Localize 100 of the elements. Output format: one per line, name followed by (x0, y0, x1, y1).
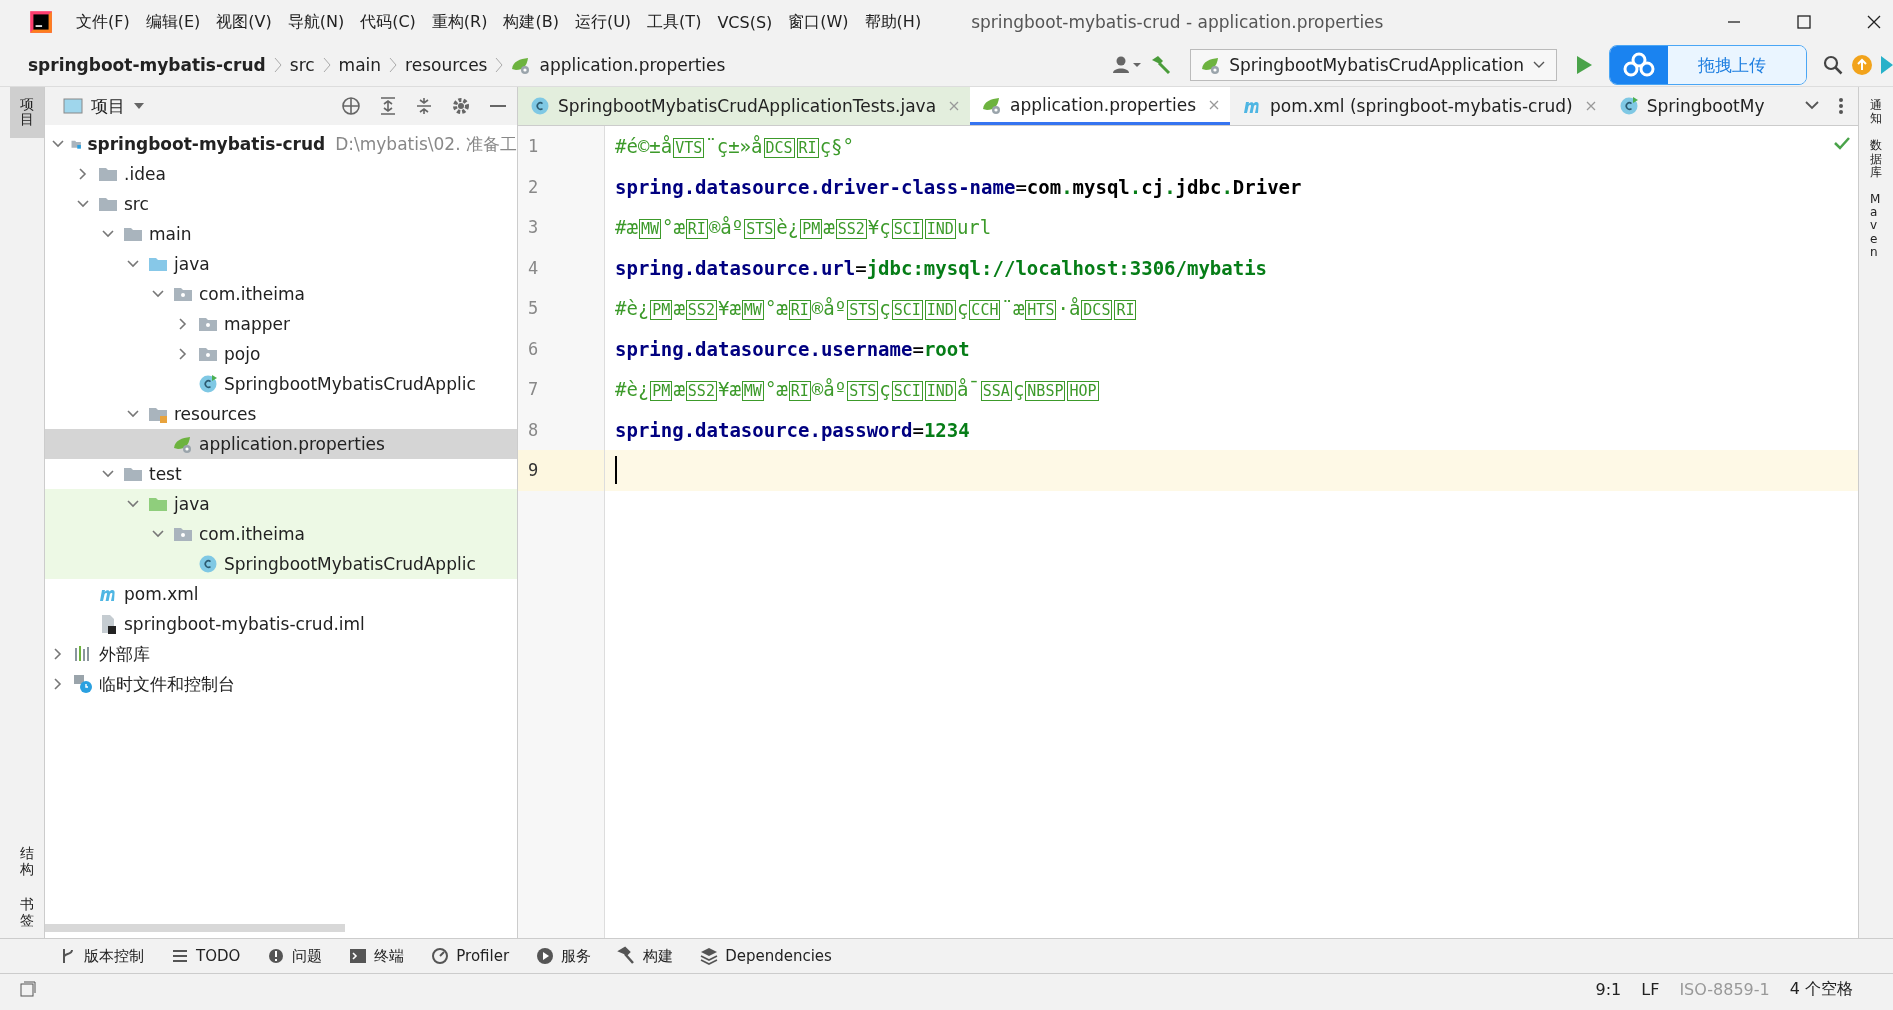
expand-all-icon[interactable] (379, 96, 397, 116)
tree-item[interactable]: SpringbootMybatisCrudApplic (45, 549, 517, 579)
tree-item[interactable]: resources (45, 399, 517, 429)
status-item[interactable]: 4 个空格 (1789, 978, 1853, 1000)
breadcrumb[interactable]: main (338, 55, 382, 75)
maximize-icon[interactable] (1797, 15, 1811, 29)
line-number: 5 (527, 297, 540, 321)
tool-window-button[interactable]: 结构 (10, 836, 44, 888)
class-icon (530, 96, 550, 116)
editor-tab[interactable]: SpringbootMybatisCrudApplicationTests.java (518, 87, 971, 125)
menu-item[interactable]: 视图(V) (216, 11, 272, 33)
code-line: spring.datasource.password=1234 (615, 418, 970, 441)
line-number: 4 (527, 256, 540, 280)
breadcrumb[interactable]: resources (405, 55, 488, 75)
status-item[interactable]: 9:1 (1595, 979, 1622, 999)
tool-window-button[interactable]: 构建 (617, 946, 674, 966)
hammer-icon[interactable] (1150, 54, 1173, 76)
window-icon (63, 98, 83, 114)
chevron-icon (322, 57, 331, 73)
menu-item[interactable]: 导航(N) (287, 11, 345, 33)
tool-window-button[interactable]: 项目 (10, 87, 44, 138)
tool-window-button[interactable]: Dependencies (699, 946, 832, 966)
panel-toggle-icon[interactable] (20, 981, 36, 997)
line-number: 2 (527, 175, 540, 199)
tree-item[interactable]: application.properties (45, 429, 517, 459)
tree-item[interactable]: java (45, 489, 517, 519)
project-view-dropdown[interactable]: 项目 (63, 94, 145, 118)
item-label: com.itheima (199, 524, 306, 544)
tree-item[interactable]: springboot-mybatis-crud.iml (45, 609, 517, 639)
tree-item[interactable]: 外部库 (45, 639, 517, 669)
menu-item[interactable]: 代码(C) (360, 11, 416, 33)
menu-item[interactable]: 重构(R) (431, 11, 488, 33)
line-number: 3 (527, 216, 540, 240)
class-icon (198, 374, 218, 394)
code-line: #æMW°æRI®åº STS è¿PMæSS2¥ç SCI IND url (615, 216, 992, 239)
tree-item[interactable]: java (45, 249, 517, 279)
run-configuration-dropdown[interactable]: SpringbootMybatisCrudApplication (1190, 49, 1557, 81)
chevron-icon (495, 57, 504, 73)
settings-icon[interactable] (451, 96, 471, 116)
tree-item[interactable]: .idea (45, 159, 517, 189)
tool-window-button[interactable]: Maven (1870, 192, 1882, 259)
user-icon[interactable] (1112, 55, 1143, 75)
menu-item[interactable]: 帮助(H) (864, 11, 922, 33)
search-icon[interactable] (1823, 55, 1843, 75)
tree-item[interactable]: SpringbootMybatisCrudApplic (45, 369, 517, 399)
tool-window-button[interactable]: TODO (170, 946, 241, 966)
run-icon[interactable] (1575, 55, 1593, 75)
tool-window-button[interactable]: 书签 (10, 887, 44, 938)
tool-window-button[interactable]: 终端 (348, 946, 405, 966)
tree-item[interactable]: src (45, 189, 517, 219)
item-label: 外部库 (99, 642, 150, 666)
breadcrumb[interactable]: springboot-mybatis-crud (28, 55, 266, 75)
layers-icon (699, 946, 720, 966)
tree-item[interactable]: pojo (45, 339, 517, 369)
item-label: pom.xml (124, 584, 199, 604)
collapse-all-icon[interactable] (415, 96, 433, 116)
menu-item[interactable]: 运行(U) (574, 11, 632, 33)
breadcrumb[interactable]: src (289, 55, 315, 75)
tool-window-button[interactable]: 通知 (1870, 99, 1882, 126)
more-icon[interactable] (1838, 97, 1844, 115)
breadcrumb[interactable]: application.properties (539, 55, 726, 75)
menu-item[interactable]: 窗口(W) (788, 11, 849, 33)
line-number: 8 (527, 418, 540, 442)
status-item[interactable]: LF (1641, 979, 1660, 999)
menu-item[interactable]: VCS(S) (717, 12, 773, 32)
code-line: #è¿PM æSS2¥æMW°æRI®åº STS ç SCI IND ç CCH¨æ HTS·å DCS RI (615, 297, 1138, 320)
item-label: main (149, 224, 192, 244)
tool-window-button[interactable]: 版本控制 (58, 946, 144, 966)
tree-item[interactable]: main (45, 219, 517, 249)
tool-window-button[interactable]: 问题 (266, 946, 323, 966)
tool-window-button[interactable]: 数据库 (1870, 139, 1882, 179)
tool-window-button[interactable]: Profiler (430, 946, 510, 966)
locate-icon[interactable] (341, 96, 361, 116)
editor-tab[interactable]: application.properties (970, 87, 1230, 125)
cloud-icon (1622, 52, 1656, 78)
tree-item[interactable]: com.itheima (45, 279, 517, 309)
item-label: SpringbootMybatisCrudApplic (224, 554, 476, 574)
tree-item[interactable]: pom.xml (45, 579, 517, 609)
tree-item[interactable]: 临时文件和控制台 (45, 669, 517, 699)
tool-window-button[interactable]: 服务 (535, 946, 592, 966)
tree-item[interactable]: mapper (45, 309, 517, 339)
menu-item[interactable]: 构建(B) (503, 11, 559, 33)
scrollbar[interactable] (45, 924, 345, 932)
minimize-icon[interactable] (489, 104, 507, 108)
code-line: #è¿PM æSS2¥æMW°æRI®åº STS ç SCI IND å¯SSA ç NBSP HOP (615, 378, 1100, 401)
code-line: spring.datasource.url=jdbc:mysql://localhost:3306/mybatis (615, 256, 1268, 279)
play-icon (535, 946, 556, 966)
menu-item[interactable]: 工具(T) (647, 11, 702, 33)
item-label: com.itheima (199, 284, 306, 304)
tree-item[interactable]: com.itheima (45, 519, 517, 549)
item-label: pojo (224, 344, 261, 364)
chevron-down-icon[interactable] (1804, 100, 1820, 112)
tree-item[interactable]: test (45, 459, 517, 489)
tree-item[interactable]: springboot-mybatis-crud D:\mybatis\02. 准备工 (45, 129, 517, 159)
line-number: 1 (527, 135, 540, 159)
close-icon[interactable] (1867, 15, 1881, 29)
menu-item[interactable]: 编辑(E) (145, 11, 201, 33)
upload-widget[interactable]: 拖拽上传 (1609, 45, 1807, 85)
gauge-icon (430, 946, 451, 966)
menu-item[interactable]: 文件(F) (76, 11, 130, 33)
